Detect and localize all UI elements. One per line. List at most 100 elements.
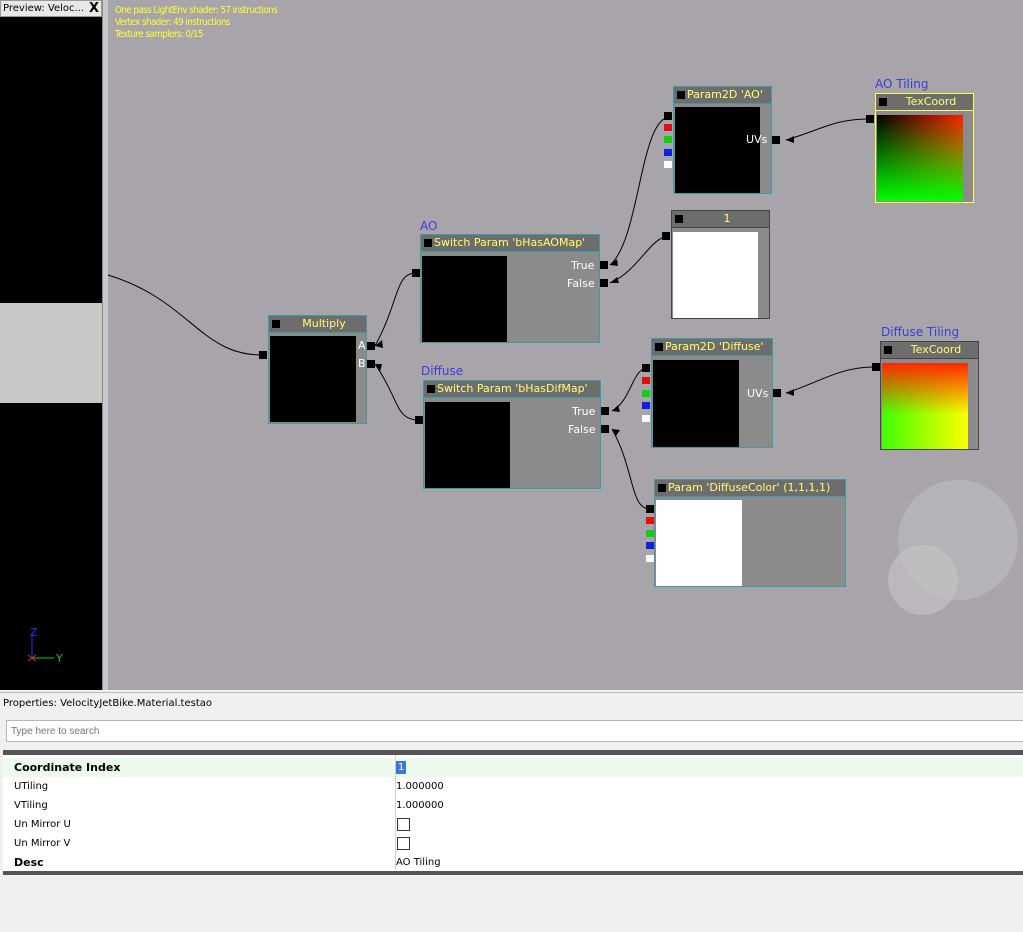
node-title: Switch Param 'bHasDifMap' [424,381,600,398]
node-connections [107,116,875,510]
un-mirror-u-checkbox[interactable] [397,818,410,831]
property-grid: Coordinate Index 1 UTiling 1.000000 VTil… [3,750,1023,875]
property-row[interactable]: Coordinate Index 1 [3,758,1023,777]
multiply-title: Multiply [302,317,346,330]
port-label-true: True [572,405,596,418]
switch-dif-input-port[interactable] [415,416,423,424]
property-key: VTiling [14,800,48,811]
const-output-port[interactable] [662,232,670,240]
node-preview [877,115,963,201]
node-texcoord-ao[interactable]: TexCoord [875,93,974,203]
const-title: 1 [723,212,731,225]
node-switch-ao[interactable]: Switch Param 'bHasAOMap' True False [420,234,600,343]
node-preview [270,336,356,422]
property-row[interactable]: VTiling 1.000000 [3,796,1023,815]
un-mirror-v-checkbox[interactable] [397,837,410,850]
node-preview [675,107,760,193]
port-label-b: B [358,357,366,370]
multiply-port-a[interactable] [367,342,375,350]
property-key: Un Mirror U [14,819,71,830]
node-title: 1 [672,211,769,228]
node-label-diffuse-tiling: Diffuse Tiling [881,325,960,339]
property-key: UTiling [14,781,49,792]
node-preview [882,363,968,449]
property-key: Coordinate Index [14,761,121,774]
node-preview [422,256,507,342]
param-color-title: Param 'DiffuseColor' (1,1,1,1) [668,481,831,494]
multiply-input-port[interactable] [259,351,267,359]
channel-red[interactable] [664,124,672,131]
channel-blue[interactable] [664,149,672,156]
node-title: Param 'DiffuseColor' (1,1,1,1) [655,480,845,497]
param-ao-title: Param2D 'AO' [687,88,763,101]
port-label-false: False [567,277,595,290]
channel-alpha[interactable] [642,415,650,422]
node-multiply[interactable]: Multiply A B [268,315,367,424]
node-title: Switch Param 'bHasAOMap' [421,235,599,252]
property-key: Un Mirror V [14,838,71,849]
param-ao-uvs-port[interactable] [772,136,780,144]
node-param-diffusecolor[interactable]: Param 'DiffuseColor' (1,1,1,1) [654,479,846,587]
tex-dif-output-port[interactable] [872,363,880,371]
port-label-uvs: UVs [747,387,769,400]
node-label-ao: AO [420,219,438,233]
switch-dif-title: Switch Param 'bHasDifMap' [437,382,588,395]
node-preview [425,402,510,488]
switch-ao-true-port[interactable] [600,261,608,269]
node-preview [673,232,758,318]
channel-blue[interactable] [646,542,654,549]
properties-title: Properties: VelocityJetBike.Material.tes… [0,692,1023,714]
node-preview [656,500,742,586]
channel-blue[interactable] [642,402,650,409]
node-title: Multiply [269,316,366,333]
channel-green[interactable] [664,136,672,143]
switch-ao-title: Switch Param 'bHasAOMap' [434,236,586,249]
switch-dif-false-port[interactable] [601,425,609,433]
property-value[interactable]: 1.000000 [396,777,444,796]
node-label-ao-tiling: AO Tiling [875,77,929,91]
channel-green[interactable] [642,390,650,397]
node-switch-diffuse[interactable]: Switch Param 'bHasDifMap' True False [423,380,601,489]
param-color-output-port[interactable] [646,505,654,513]
tex-ao-title: TexCoord [905,95,957,108]
property-value[interactable]: AO Tiling [396,853,441,872]
property-key: Desc [14,856,44,869]
port-label-false: False [568,423,596,436]
node-title: TexCoord [876,94,973,111]
port-label-uvs: UVs [746,133,768,146]
param-ao-output-port[interactable] [664,112,672,120]
property-row[interactable]: Un Mirror U [3,815,1023,834]
property-value-input[interactable]: 1 [396,761,407,774]
tex-ao-output-port[interactable] [866,115,874,123]
node-constant-one[interactable]: 1 [671,210,770,319]
node-param2d-ao[interactable]: Param2D 'AO' UVs [673,86,772,194]
property-row[interactable]: Un Mirror V [3,834,1023,853]
node-preview [653,360,739,447]
param-diffuse-output-port[interactable] [642,364,650,372]
param-diffuse-title: Param2D 'Diffuse' [665,340,764,353]
channel-green[interactable] [646,530,654,537]
grid-column-divider[interactable] [395,755,396,870]
property-value[interactable]: 1.000000 [396,796,444,815]
channel-red[interactable] [642,377,650,384]
param-diffuse-uvs-port[interactable] [773,389,781,397]
port-label-a: A [358,339,366,352]
port-label-true: True [571,259,595,272]
switch-ao-input-port[interactable] [412,269,420,277]
node-title: TexCoord [881,342,978,359]
channel-alpha[interactable] [664,161,672,168]
channel-red[interactable] [646,517,654,524]
property-row[interactable]: Desc AO Tiling [3,853,1023,872]
tex-dif-title: TexCoord [910,343,962,356]
node-texcoord-diffuse[interactable]: TexCoord [880,341,979,450]
channel-alpha[interactable] [646,555,654,562]
node-param2d-diffuse[interactable]: Param2D 'Diffuse' UVs [651,338,773,448]
multiply-port-b[interactable] [367,360,375,368]
node-title: Param2D 'Diffuse' [652,339,772,356]
property-search-input[interactable] [6,720,1023,742]
property-row[interactable]: UTiling 1.000000 [3,777,1023,796]
switch-dif-true-port[interactable] [601,407,609,415]
node-title: Param2D 'AO' [674,87,771,104]
switch-ao-false-port[interactable] [600,279,608,287]
node-label-diffuse: Diffuse [421,364,464,378]
